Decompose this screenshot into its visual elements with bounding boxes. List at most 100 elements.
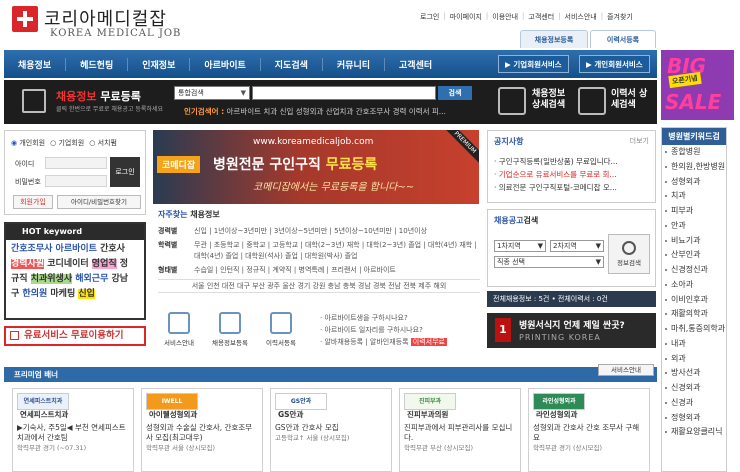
hot-keyword[interactable]: 신입 — [78, 289, 95, 299]
premium-card[interactable]: 연세피스트치과연세피스트치과 ▶기숙사, 주5일◀ 부천 연세피스트치과에서 간호… — [12, 388, 134, 472]
search-button[interactable]: 검색 — [438, 86, 472, 100]
sidebar-item[interactable]: 성형외과 — [662, 175, 726, 190]
hot-keyword[interactable]: 마케팅 — [47, 289, 78, 299]
hot-keyword[interactable]: 치과위생사 — [30, 274, 73, 284]
sidebar-item[interactable]: 피부과 — [662, 204, 726, 219]
notice-item[interactable]: · 구인구직등록(일반상품) 무료입니다... — [494, 155, 650, 168]
notice-item[interactable]: · 의료전문 구인구직포털-코메디잡 오... — [494, 181, 650, 194]
hot-keyword[interactable]: 아르바이트 — [52, 244, 97, 254]
link-login[interactable]: 로그인 — [420, 12, 439, 22]
search-input[interactable] — [252, 86, 436, 100]
sidebar-item[interactable]: 재활요양클리닉 — [662, 425, 726, 440]
nav-talent[interactable]: 인재정보 — [128, 57, 191, 71]
notice-more[interactable]: 더보기 — [630, 136, 649, 146]
sidebar-item[interactable]: 마취,통증의학과 — [662, 322, 726, 337]
resume-register-button[interactable]: 이력서등록 — [262, 312, 300, 347]
faq-item[interactable]: · 알바채용등록 | 알바인재등록 이력서무료 — [320, 336, 480, 348]
hot-keyword[interactable]: 코디네이터 — [44, 259, 92, 269]
link-bookmark[interactable]: 즐겨찾기 — [607, 12, 633, 22]
hot-keyword[interactable]: 해외근무 — [72, 274, 108, 284]
radio-searchfirm[interactable]: ○ 서치펌 — [89, 138, 117, 148]
nav-parttime[interactable]: 아르바이트 — [190, 57, 261, 71]
hot-keyword[interactable]: 간호사 — [97, 244, 125, 254]
notice-item[interactable]: · 기업순으로 유료서비스를 무료로 회... — [494, 168, 650, 181]
hot-keyword[interactable]: 규직 — [11, 274, 31, 284]
service-guide-button[interactable]: 서비스안내 — [160, 312, 198, 347]
radio-personal[interactable]: ◉ 개인회원 — [11, 138, 45, 148]
sidebar-item[interactable]: 정형외과 — [662, 411, 726, 426]
hot-keyword[interactable]: 강남 — [108, 274, 129, 284]
sidebar-item[interactable]: 신경과 — [662, 396, 726, 411]
personal-service-button[interactable]: ▶ 개인회원서비스 — [579, 55, 650, 73]
sidebar-item[interactable]: 신경외과 — [662, 381, 726, 396]
job-meta: 고등학교↑ 서울 (상시모집) — [275, 434, 350, 442]
logo-icon[interactable] — [12, 6, 38, 32]
hot-keyword[interactable]: 정 — [117, 259, 128, 269]
link-guide[interactable]: 이용안내 — [492, 12, 518, 22]
nav-community[interactable]: 커뮤니티 — [323, 57, 386, 71]
radio-corporate[interactable]: ○ 기업회원 — [50, 138, 84, 148]
tab-job-register[interactable]: 채용정보등록 — [520, 30, 588, 48]
nav-jobs[interactable]: 채용정보 — [4, 57, 67, 71]
link-mypage[interactable]: 마이페이지 — [450, 12, 482, 22]
tab-resume-register[interactable]: 이력서등록 — [590, 30, 656, 48]
hot-keyword[interactable]: 구 — [11, 289, 22, 299]
search-type-select[interactable]: 통합검색 ▼ — [174, 86, 250, 100]
nav-map-search[interactable]: 지도검색 — [261, 57, 323, 71]
printing-ad[interactable]: 1 병원서식지 언제 제일 싼곳? PRINTING KOREA — [487, 313, 656, 348]
sidebar-item[interactable]: 비뇨기과 — [662, 234, 726, 249]
join-button[interactable]: 회원가입 — [13, 195, 53, 209]
premium-card[interactable]: GS안과GS안과 GS안과 간호사 모집 고등학교↑ 서울 (상시모집) — [270, 388, 392, 472]
sidebar-item[interactable]: 신경정신과 — [662, 263, 726, 278]
service-guide-link[interactable]: 서비스안내 — [598, 364, 654, 376]
sidebar-item[interactable]: 한의원,한방병원 — [662, 160, 726, 175]
id-input[interactable] — [45, 157, 107, 169]
sidebar-item[interactable]: 재활의학과 — [662, 307, 726, 322]
hot-keyword[interactable]: 영업직 — [91, 259, 117, 269]
sidebar-item[interactable]: 내과 — [662, 337, 726, 352]
job-register-button[interactable]: 채용정보등록 — [208, 312, 252, 347]
job-description: 성형외과 간호사 간호 조무사 구해요 — [533, 423, 640, 442]
faq-item[interactable]: · 아르바이트생을 구하시나요? — [320, 312, 480, 324]
sidebar-item[interactable]: 안과 — [662, 219, 726, 234]
premium-card[interactable]: 라인성형외과라인성형외과 성형외과 간호사 간호 조무사 구해요 학력무관 경기 (… — [528, 388, 650, 472]
job-detail-search[interactable]: 채용정보 상세검색 — [532, 89, 572, 111]
frequent-row-values[interactable]: 신입 | 1년이상~3년미만 | 3년이상~5년미만 | 5년이상~10년미만 … — [194, 226, 427, 237]
find-account-button[interactable]: 아이디/비밀번호찾기 — [57, 195, 141, 209]
nav-headhunting[interactable]: 헤드헌팅 — [66, 57, 129, 71]
password-input[interactable] — [45, 175, 107, 187]
faq-item[interactable]: · 아르바이트 일자리를 구하시나요? — [320, 324, 480, 336]
sidebar-item[interactable]: 산부인과 — [662, 248, 726, 263]
sidebar-item[interactable]: 방사선과 — [662, 366, 726, 381]
login-button[interactable]: 로그인 — [110, 157, 140, 187]
sidebar-item[interactable]: 소아과 — [662, 278, 726, 293]
free-paid-service-link[interactable]: 유료서비스 무료이용하기 — [4, 326, 146, 346]
sidebar-item[interactable]: 종합병원 — [662, 145, 726, 160]
resume-detail-search[interactable]: 이력서 상세검색 — [611, 89, 651, 111]
info-search-button[interactable]: 정보검색 — [608, 234, 650, 274]
free-register-title[interactable]: 채용정보 무료등록 — [56, 88, 141, 104]
region1-select[interactable]: 1차지역 ▼ — [494, 240, 546, 252]
job-type-select[interactable]: 직종 선택 ▼ — [494, 256, 604, 268]
nav-customer-center[interactable]: 고객센터 — [385, 58, 446, 71]
region2-select[interactable]: 2차지역 ▼ — [550, 240, 604, 252]
premium-card[interactable]: IWELL아이웰성형외과 성형외과 수술실 간호사, 간호조무사 모집(최고대우)… — [141, 388, 263, 472]
region-links[interactable]: 서울 인천 대전 대구 부산 광주 울산 경기 강원 충남 충북 경남 경북 전… — [158, 279, 480, 293]
frequent-row-values[interactable]: 무관 | 초등학교 | 중학교 | 고등학교 | 대학(2~3년) 재학 | 대… — [194, 240, 480, 262]
sidebar-item[interactable]: 이비인후과 — [662, 293, 726, 308]
frequent-row-values[interactable]: 수습일 | 인턴직 | 정규직 | 계약직 | 병역특례 | 프리랜서 | 아르… — [194, 265, 396, 276]
popular-terms[interactable]: 아르바이트 치과 신입 성형외과 산업치과 간호조무사 경력 이력서 피... — [227, 107, 446, 116]
corp-service-button[interactable]: ▶ 기업회원서비스 — [498, 55, 569, 73]
hot-keyword[interactable]: 한의원 — [22, 289, 47, 299]
big-sale-ad[interactable]: BIG 오픈기념 SALE — [661, 50, 734, 120]
hot-keyword[interactable]: 경력사원 — [11, 259, 45, 269]
sidebar-item[interactable]: 치과 — [662, 189, 726, 204]
frequent-row: 경력별 신입 | 1년이상~3년미만 | 3년이상~5년미만 | 5년이상~10년… — [158, 226, 480, 237]
premium-card[interactable]: 진피부과진피부과의원 진피부과에서 피부관리사를 모십니다. 학력무관 부산 (상시… — [399, 388, 521, 472]
link-service[interactable]: 서비스안내 — [565, 12, 597, 22]
sidebar-item[interactable]: 외과 — [662, 352, 726, 367]
link-customer[interactable]: 고객센터 — [528, 12, 554, 22]
main-banner[interactable]: www.koreamedicaljob.com 코메디잡 병원전문 구인구직 무… — [153, 130, 479, 204]
hot-keyword-list: 간호조무사 아르바이트 간호사 경력사원 코디네이터 영업직 정 규직 치과위생사 … — [6, 240, 144, 304]
hot-keyword[interactable]: 간호조무사 — [11, 244, 52, 254]
